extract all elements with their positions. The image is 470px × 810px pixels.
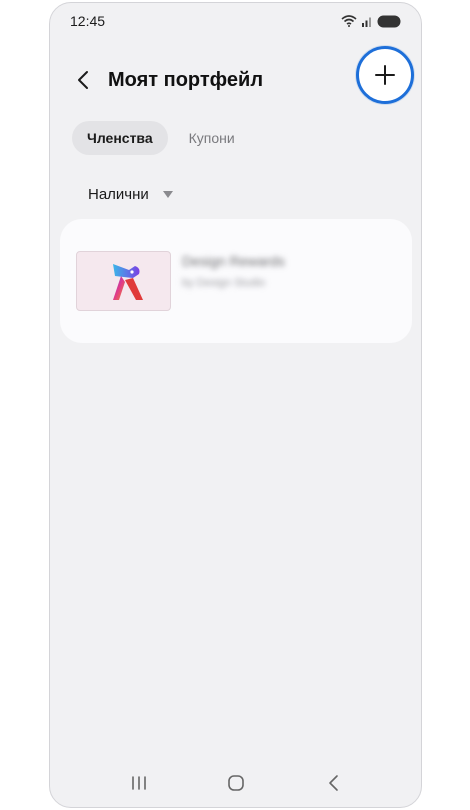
recent-apps-button[interactable] bbox=[119, 763, 159, 803]
header: Моят портфейл bbox=[50, 46, 421, 105]
recent-apps-icon bbox=[131, 776, 146, 790]
signal-icon bbox=[362, 17, 371, 27]
card-subtitle: by Design Studio bbox=[182, 277, 266, 289]
add-button[interactable] bbox=[356, 46, 414, 104]
tab-memberships[interactable]: Членства bbox=[72, 121, 168, 155]
status-time: 12:45 bbox=[70, 13, 106, 29]
battery-icon bbox=[377, 15, 401, 27]
chevron-left-icon bbox=[78, 71, 88, 89]
page-title: Моят портфейл bbox=[108, 69, 264, 91]
tab-coupons[interactable]: Купони bbox=[174, 121, 250, 155]
triangle-down-icon bbox=[162, 190, 173, 198]
card-image bbox=[76, 251, 171, 311]
wifi-icon bbox=[341, 15, 357, 27]
filter-label: Налични bbox=[88, 185, 149, 203]
plus-icon bbox=[375, 65, 395, 85]
membership-card[interactable]: Design Rewards by Design Studio bbox=[60, 219, 412, 343]
status-icons bbox=[341, 14, 401, 28]
system-back-button[interactable] bbox=[313, 763, 353, 803]
back-icon bbox=[328, 775, 338, 791]
home-icon bbox=[227, 775, 244, 791]
status-bar: 12:45 bbox=[50, 3, 421, 39]
filter-dropdown[interactable]: Налични bbox=[88, 181, 173, 207]
back-button[interactable] bbox=[68, 65, 98, 95]
tab-bar: Членства Купони bbox=[72, 121, 250, 155]
home-button[interactable] bbox=[216, 763, 256, 803]
card-title: Design Rewards bbox=[182, 253, 285, 269]
rabbit-logo-icon bbox=[112, 264, 143, 300]
navigation-bar bbox=[50, 759, 421, 807]
phone-screen: 12:45 Моят портфейл Членства Купони Нали… bbox=[49, 2, 422, 808]
